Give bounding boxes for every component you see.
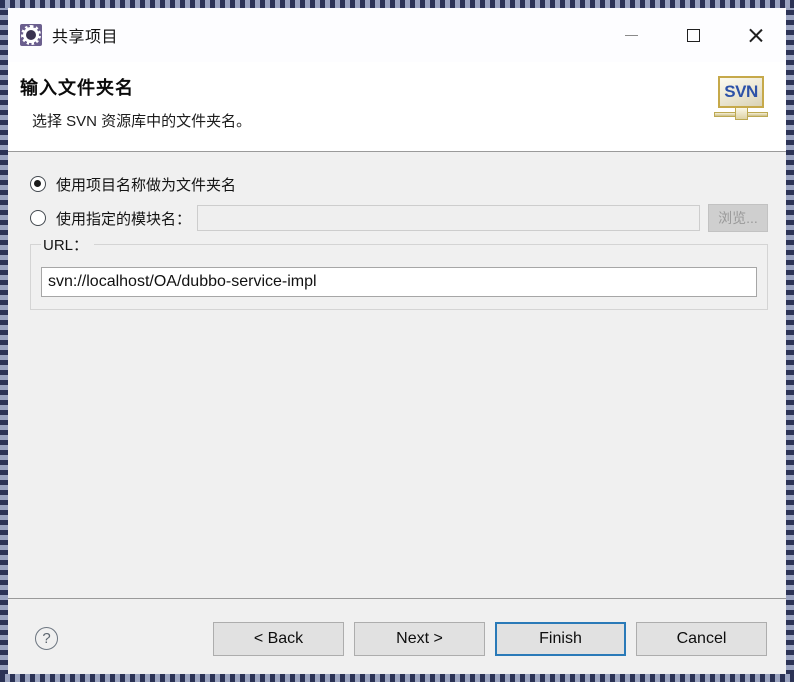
minimize-button[interactable] — [600, 8, 662, 62]
button-bar: < Back Next > Finish Cancel — [213, 622, 767, 656]
back-button[interactable]: < Back — [213, 622, 344, 656]
radio-label-project-name: 使用项目名称做为文件夹名 — [56, 176, 237, 194]
wizard-header: 输入文件夹名 选择 SVN 资源库中的文件夹名。 SVN — [8, 62, 786, 152]
svn-icon-screen: SVN — [718, 76, 764, 108]
maximize-button[interactable] — [662, 8, 724, 62]
gear-icon — [20, 24, 42, 46]
browse-button[interactable]: 浏览... — [708, 204, 768, 232]
url-group-box: URL： svn://localhost/OA/dubbo-service-im… — [30, 234, 768, 310]
radio-use-module-name-row: 使用指定的模块名： 浏览... — [30, 204, 768, 232]
share-project-dialog: 共享项目 输入文件夹名 选择 SVN 资源库中的文件夹名。 SVN 使用项目名称… — [8, 8, 786, 674]
maximize-icon — [686, 28, 700, 42]
minimize-icon — [624, 34, 638, 36]
screenshot-root: 共享项目 输入文件夹名 选择 SVN 资源库中的文件夹名。 SVN 使用项目名称… — [0, 0, 794, 682]
cancel-button[interactable]: Cancel — [636, 622, 767, 656]
radio-icon-project-name[interactable] — [30, 176, 46, 192]
gear-hole — [26, 30, 36, 40]
close-button[interactable] — [724, 8, 786, 62]
help-icon[interactable]: ? — [35, 627, 58, 650]
dialog-footer: ? < Back Next > Finish Cancel — [8, 598, 786, 674]
window-controls — [600, 8, 786, 62]
title-bar: 共享项目 — [8, 8, 786, 62]
radio-icon-module-name[interactable] — [30, 210, 46, 226]
svn-monitor-icon: SVN — [714, 74, 768, 126]
next-button[interactable]: Next > — [354, 622, 485, 656]
url-group-label: URL： — [41, 234, 95, 255]
svn-icon-stand — [735, 107, 748, 120]
radio-use-project-name[interactable]: 使用项目名称做为文件夹名 — [30, 170, 236, 198]
radio-label-module-name[interactable]: 使用指定的模块名： — [56, 208, 191, 229]
page-description: 选择 SVN 资源库中的文件夹名。 — [32, 113, 252, 130]
close-icon — [747, 27, 764, 44]
window-title: 共享项目 — [52, 29, 119, 46]
url-input[interactable]: svn://localhost/OA/dubbo-service-impl — [41, 267, 757, 297]
dialog-body: 使用项目名称做为文件夹名 使用指定的模块名： 浏览... URL： svn://… — [8, 152, 786, 598]
module-name-input[interactable] — [197, 205, 700, 231]
page-title: 输入文件夹名 — [20, 78, 134, 99]
finish-button[interactable]: Finish — [495, 622, 626, 656]
svn-badge-text: SVN — [724, 82, 758, 101]
